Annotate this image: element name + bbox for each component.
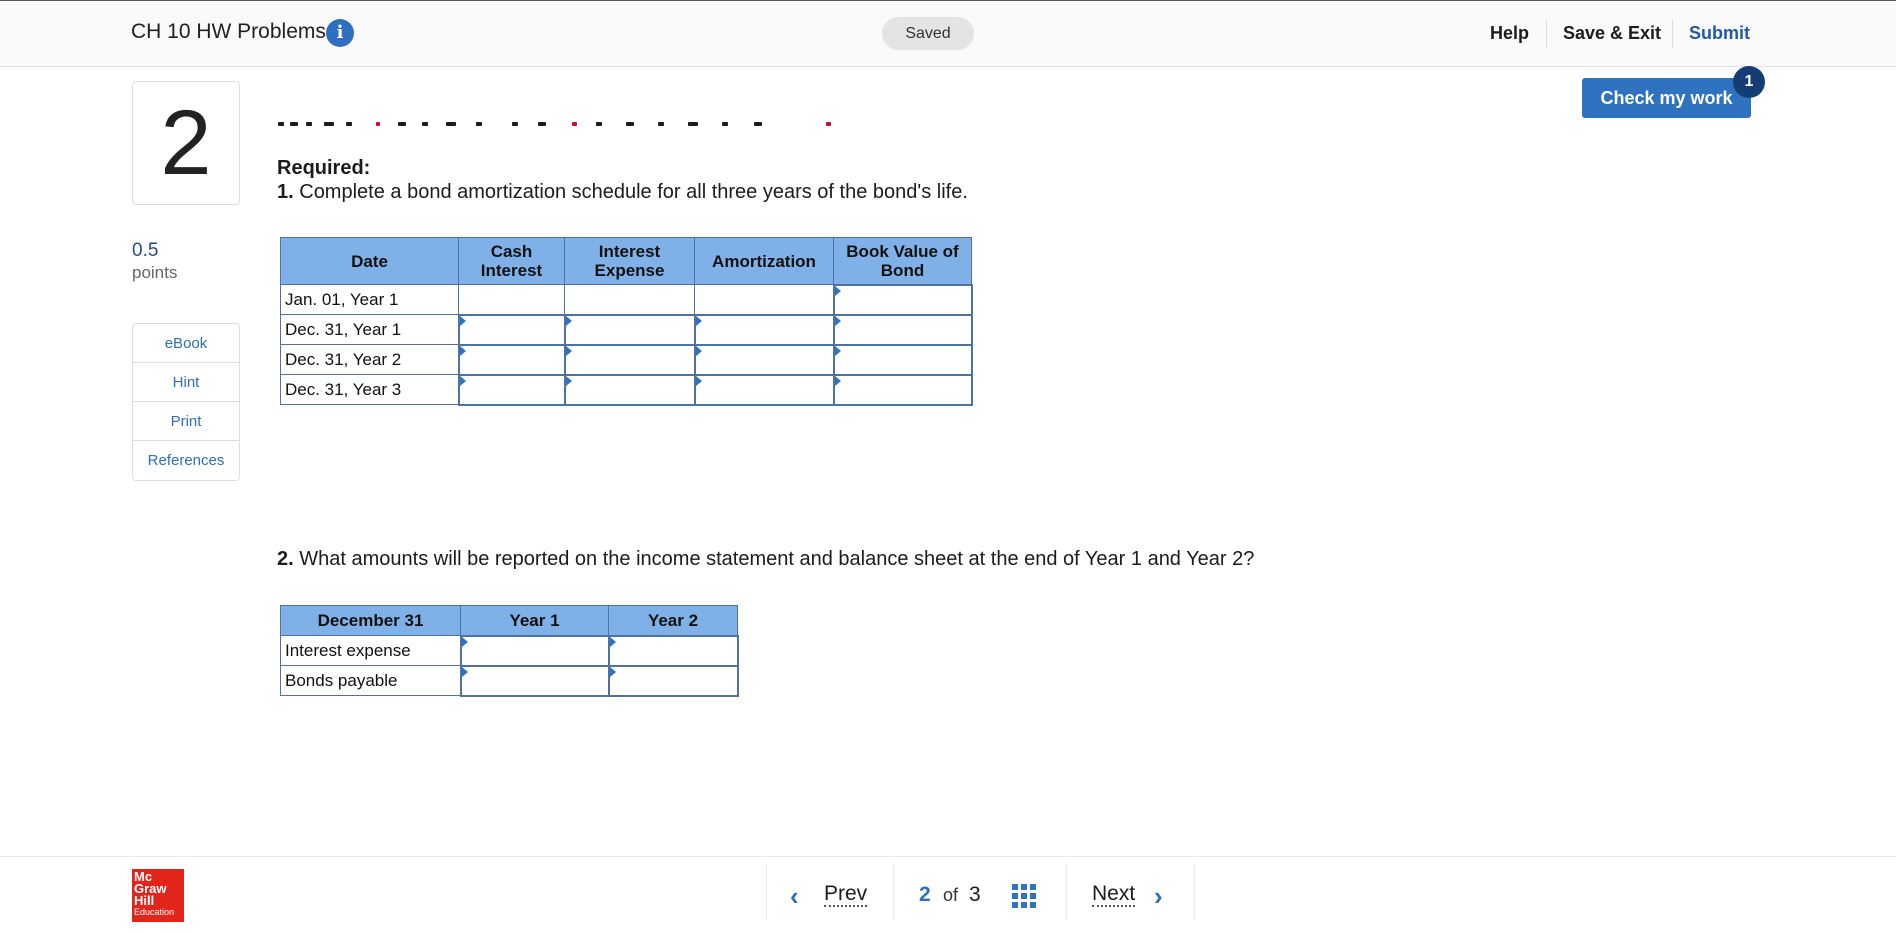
nav-divider bbox=[1066, 863, 1067, 920]
assignment-title: CH 10 HW Problems bbox=[131, 20, 326, 43]
row-label: Dec. 31, Year 1 bbox=[280, 314, 459, 345]
total-pages: 3 bbox=[969, 883, 981, 906]
column-header: Year 2 bbox=[608, 605, 738, 636]
column-header: Cash Interest bbox=[458, 237, 565, 285]
amortization-input[interactable] bbox=[693, 313, 835, 346]
points-value: 0.5 bbox=[132, 240, 159, 261]
table-row: Dec. 31, Year 1 bbox=[280, 313, 973, 346]
nav-divider bbox=[1194, 863, 1195, 920]
references-button[interactable]: References bbox=[133, 441, 239, 480]
year-2-input[interactable] bbox=[607, 634, 739, 667]
nav-divider bbox=[893, 863, 894, 920]
row-label: Interest expense bbox=[280, 635, 461, 666]
column-header: Book Value of Bond bbox=[833, 237, 972, 285]
saved-status-badge: Saved bbox=[882, 17, 974, 50]
prev-button[interactable]: Prev bbox=[824, 883, 868, 907]
logo-text: Education bbox=[134, 907, 175, 917]
interest-expense-input[interactable] bbox=[563, 373, 696, 406]
column-header: Interest Expense bbox=[564, 237, 695, 285]
column-header: Amortization bbox=[694, 237, 834, 285]
question-grid-icon[interactable] bbox=[1012, 884, 1036, 908]
logo-text: Hill bbox=[134, 893, 155, 908]
table-row: Jan. 01, Year 1 bbox=[280, 283, 973, 316]
page-of-label: of bbox=[943, 885, 959, 905]
book-value-input[interactable] bbox=[832, 373, 973, 406]
ebook-button[interactable]: eBook bbox=[133, 324, 239, 363]
required-heading: Required: bbox=[277, 157, 371, 179]
column-header: Year 1 bbox=[460, 605, 609, 636]
year-2-input[interactable] bbox=[607, 664, 739, 697]
amortization-schedule-table: Date Cash Interest Interest Expense Amor… bbox=[280, 237, 973, 406]
table-row: Dec. 31, Year 2 bbox=[280, 343, 973, 376]
row-label: Dec. 31, Year 2 bbox=[280, 344, 459, 375]
question-2-text: 2. What amounts will be reported on the … bbox=[277, 548, 1254, 571]
table-header-row: December 31 Year 1 Year 2 bbox=[280, 605, 738, 636]
mcgraw-hill-logo: Mc Graw Hill Education bbox=[132, 869, 184, 922]
cash-interest-input[interactable] bbox=[457, 373, 566, 406]
question-tools: eBook Hint Print References bbox=[132, 323, 240, 481]
print-button[interactable]: Print bbox=[133, 402, 239, 441]
cash-interest-input[interactable] bbox=[457, 313, 566, 346]
table-row: Bonds payable bbox=[280, 664, 739, 697]
question-number: 2 bbox=[132, 81, 240, 205]
question-2-number: 2. bbox=[277, 548, 294, 570]
table-row: Dec. 31, Year 3 bbox=[280, 373, 973, 406]
chevron-left-icon[interactable]: ‹ bbox=[790, 881, 799, 912]
header-divider bbox=[1672, 20, 1673, 48]
header-divider bbox=[1546, 20, 1547, 48]
question-1-number: 1. bbox=[277, 181, 294, 203]
interest-expense-input[interactable] bbox=[563, 343, 696, 376]
empty-cell bbox=[458, 284, 565, 315]
column-header: Date bbox=[280, 237, 459, 285]
amortization-input[interactable] bbox=[693, 343, 835, 376]
hint-button[interactable]: Hint bbox=[133, 363, 239, 402]
cash-interest-input[interactable] bbox=[457, 343, 566, 376]
year-1-input[interactable] bbox=[459, 634, 610, 667]
book-value-input[interactable] bbox=[832, 283, 973, 316]
help-link[interactable]: Help bbox=[1490, 23, 1529, 44]
table-row: Interest expense bbox=[280, 634, 739, 667]
current-page: 2 bbox=[919, 883, 931, 906]
nav-divider bbox=[766, 863, 767, 920]
amortization-input[interactable] bbox=[693, 373, 835, 406]
info-icon[interactable]: i bbox=[326, 19, 354, 47]
question-1-text: 1. Complete a bond amortization schedule… bbox=[277, 181, 968, 204]
question-2-prompt: What amounts will be reported on the inc… bbox=[293, 548, 1255, 570]
interest-expense-input[interactable] bbox=[563, 313, 696, 346]
table-header-row: Date Cash Interest Interest Expense Amor… bbox=[280, 237, 972, 285]
check-my-work-button[interactable]: Check my work bbox=[1582, 78, 1751, 118]
question-1-prompt: Complete a bond amortization schedule fo… bbox=[293, 181, 968, 203]
column-header: December 31 bbox=[280, 605, 461, 636]
year-1-input[interactable] bbox=[459, 664, 610, 697]
scrolled-text-remnant bbox=[276, 118, 836, 130]
next-button[interactable]: Next bbox=[1092, 883, 1136, 907]
empty-cell bbox=[694, 284, 834, 315]
row-label: Bonds payable bbox=[280, 665, 461, 696]
empty-cell bbox=[564, 284, 695, 315]
financial-statement-table: December 31 Year 1 Year 2 Interest expen… bbox=[280, 605, 739, 697]
submit-link[interactable]: Submit bbox=[1689, 23, 1750, 44]
save-exit-link[interactable]: Save & Exit bbox=[1563, 23, 1661, 44]
chevron-right-icon[interactable]: › bbox=[1154, 881, 1163, 912]
top-bar: CH 10 HW Problems i Saved Help Save & Ex… bbox=[0, 0, 1896, 67]
book-value-input[interactable] bbox=[832, 343, 973, 376]
row-label: Dec. 31, Year 3 bbox=[280, 374, 459, 405]
points-label: points bbox=[132, 263, 178, 282]
attempts-badge: 1 bbox=[1733, 66, 1765, 98]
book-value-input[interactable] bbox=[832, 313, 973, 346]
row-label: Jan. 01, Year 1 bbox=[280, 284, 459, 315]
